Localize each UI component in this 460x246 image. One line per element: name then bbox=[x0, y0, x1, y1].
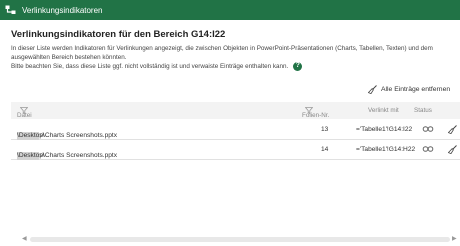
description: In dieser Liste werden Indikatoren für V… bbox=[11, 45, 457, 72]
window-title: Verlinkungsindikatoren bbox=[22, 5, 103, 15]
remove-entry-icon[interactable] bbox=[448, 145, 457, 154]
column-file[interactable]: Datei bbox=[17, 107, 32, 119]
link-status-icon[interactable] bbox=[422, 145, 434, 153]
scroll-right-arrow[interactable]: ▶ bbox=[452, 235, 457, 242]
table-header: Datei Folien-Nr. Verlinkt mit Status bbox=[11, 102, 460, 119]
linked-range: ='Tabelle1'!G14:H22 bbox=[356, 146, 416, 153]
linked-range: ='Tabelle1'!G14:I22 bbox=[356, 126, 413, 133]
column-linked: Verlinkt mit bbox=[368, 107, 399, 114]
remove-all-button[interactable]: Alle Einträge entfernen bbox=[368, 85, 450, 94]
broom-icon bbox=[368, 85, 377, 94]
horizontal-scrollbar[interactable] bbox=[30, 237, 450, 242]
description-line-1: In dieser Liste werden Indikatoren für V… bbox=[11, 45, 433, 52]
title-bar: Verlinkungsindikatoren bbox=[0, 0, 460, 20]
column-slide[interactable]: Folien-Nr. bbox=[302, 107, 329, 119]
link-status-icon[interactable] bbox=[422, 125, 434, 133]
remove-entry-icon[interactable] bbox=[448, 125, 457, 134]
slide-number: 14 bbox=[321, 146, 329, 153]
slide-number: 13 bbox=[321, 126, 329, 133]
column-status: Status bbox=[414, 107, 432, 114]
page-heading: Verlinkungsindikatoren für den Bereich G… bbox=[11, 29, 226, 40]
table-row[interactable]: C:\Users\\Desktop\Charts Screenshots.ppt… bbox=[11, 140, 460, 160]
link-indicator-app-icon bbox=[5, 4, 17, 16]
remove-all-label: Alle Einträge entfernen bbox=[381, 86, 451, 93]
description-line-3-wrap: Bitte beachten Sie, dass diese Liste ggf… bbox=[11, 62, 457, 72]
description-line-2: ausgewählten Bereich bestehen könnten. bbox=[11, 53, 127, 61]
help-icon[interactable]: ? bbox=[293, 62, 303, 72]
description-line-3: Bitte beachten Sie, dass diese Liste ggf… bbox=[11, 63, 289, 71]
scroll-left-arrow[interactable]: ◀ bbox=[22, 235, 27, 242]
table-row[interactable]: C:\Users\\Desktop\Charts Screenshots.ppt… bbox=[11, 120, 460, 140]
